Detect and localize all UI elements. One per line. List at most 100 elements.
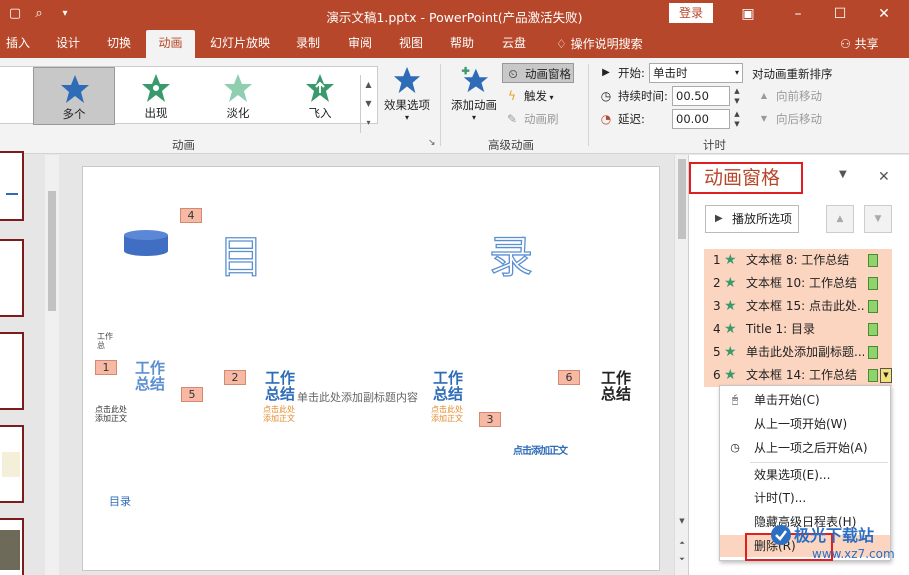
chevron-down-icon: ▾ — [471, 113, 476, 122]
move-later-button[interactable]: ▼ 向后移动 — [754, 109, 834, 129]
slide-editor: 4 目 录 工作总 1 工作总结 5 点击此处添加正文 2 工作总结 单击此处添… — [59, 155, 674, 575]
dialog-launcher-icon[interactable]: ↘ — [428, 138, 436, 148]
toc-label[interactable]: 目录 — [109, 493, 131, 509]
start-label: ▶ 开始: — [596, 63, 650, 83]
animation-badge: 2 — [224, 370, 246, 385]
menu-start-on-click[interactable]: 🖰 单击开始(C) — [720, 389, 890, 411]
tab-help[interactable]: 帮助 — [444, 30, 480, 58]
burst-star-icon — [142, 74, 170, 102]
slide-thumbnail[interactable] — [0, 332, 24, 410]
add-animation-button[interactable]: 添加动画 ▾ — [446, 66, 502, 130]
animation-pane-button[interactable]: ⏲ 动画窗格 — [502, 63, 574, 83]
slide-title-left[interactable]: 目 — [218, 221, 263, 285]
close-icon[interactable]: ✕ — [872, 4, 896, 24]
menu-timing[interactable]: 计时(T)... — [720, 487, 890, 509]
slide-title-right[interactable]: 录 — [488, 221, 533, 285]
slide-thumbnail[interactable] — [0, 239, 24, 317]
animation-item[interactable]: 4 ★ Title 1: 目录 — [704, 318, 892, 341]
mouse-icon: 🖰 — [731, 393, 739, 406]
chevron-down-icon: ▾ — [404, 113, 409, 122]
wordart-1[interactable]: 工作总结 — [133, 360, 167, 392]
animation-item-selected[interactable]: 6 ★ 文本框 14: 工作总结 ▼ — [704, 364, 892, 387]
pane-close-icon[interactable]: ✕ — [878, 169, 890, 185]
tell-me-search[interactable]: ♢ 操作说明搜索 — [556, 35, 643, 52]
timing-bar — [868, 277, 878, 290]
corner-note[interactable]: 点击添加正文 — [513, 442, 568, 457]
move-earlier-button[interactable]: ▲ 向前移动 — [754, 86, 834, 106]
tiny-note[interactable]: 工作总 — [97, 332, 117, 350]
watermark-logo-icon — [771, 525, 791, 545]
play-selected-button[interactable]: ▶ 播放所选项 — [705, 205, 799, 233]
tab-slideshow[interactable]: 幻灯片放映 — [206, 30, 274, 58]
scroll-down-icon[interactable]: ▼ — [675, 517, 689, 525]
slide-canvas[interactable]: 4 目 录 工作总 1 工作总结 5 点击此处添加正文 2 工作总结 单击此处添… — [82, 166, 660, 571]
subtitle-placeholder[interactable]: 单击此处添加副标题内容 — [297, 389, 418, 405]
minimize-icon[interactable]: – — [786, 4, 810, 24]
tab-insert[interactable]: 插入 — [0, 30, 36, 58]
slide-thumbnail[interactable] — [0, 518, 24, 575]
window-title: 演示文稿1.pptx - PowerPoint(产品激活失败) — [326, 10, 583, 25]
share-button[interactable]: ⚇ 共享 — [840, 35, 879, 52]
prev-slide-icon[interactable]: ⏶ — [675, 539, 689, 548]
timing-bar — [868, 300, 878, 313]
anim-fly-in[interactable]: 飞入 — [279, 67, 361, 125]
add-star-icon — [461, 66, 488, 93]
anim-fade[interactable]: 淡化 — [197, 67, 279, 125]
item-dropdown-icon[interactable]: ▼ — [880, 368, 892, 383]
wordart-3[interactable]: 工作总结 — [431, 370, 465, 402]
start-select[interactable]: 单击时 ▾ — [649, 63, 743, 83]
delay-spinner[interactable]: ▲ ▼ — [731, 109, 743, 129]
animation-badge: 1 — [95, 360, 117, 375]
slide-scrollbar[interactable]: ▼ ⏶ ⏷ — [674, 155, 688, 575]
ribbon-display-icon[interactable]: ▣ — [736, 4, 760, 24]
effect-options-button[interactable]: 效果选项 ▾ — [381, 66, 433, 130]
pane-title: 动画窗格 — [689, 162, 803, 194]
move-down-button[interactable]: ▼ — [864, 205, 892, 233]
timing-bar — [868, 369, 878, 382]
chevron-down-icon: ▾ — [734, 68, 739, 77]
menu-effect-options[interactable]: 效果选项(E)... — [720, 464, 890, 486]
body-hint-1[interactable]: 点击此处添加正文 — [95, 405, 131, 423]
animation-badge: 4 — [180, 208, 202, 223]
anim-multiple[interactable]: 多个 — [33, 67, 115, 125]
menu-start-with-previous[interactable]: 从上一项开始(W) — [720, 413, 890, 435]
animation-item[interactable]: 3 ★ 文本框 15: 点击此处... — [704, 295, 892, 318]
gallery-scroll[interactable]: ▲ ▼ ▾ — [360, 75, 376, 133]
trigger-button[interactable]: ϟ 触发 ▾ — [502, 86, 574, 106]
tab-animations[interactable]: 动画 — [146, 30, 195, 58]
next-slide-icon[interactable]: ⏷ — [675, 555, 689, 564]
timing-bar — [868, 254, 878, 267]
duration-input[interactable]: 00.50 — [672, 86, 730, 106]
animation-painter-button[interactable]: ✎ 动画刷 — [502, 109, 574, 129]
tab-design[interactable]: 设计 — [50, 30, 86, 58]
slide-thumbnail[interactable] — [0, 425, 24, 503]
tab-transitions[interactable]: 切换 — [100, 30, 138, 58]
animation-item[interactable]: 1 ★ 文本框 8: 工作总结 — [704, 249, 892, 272]
pane-options-icon[interactable]: ▼ — [839, 169, 847, 180]
slide-thumbnail[interactable] — [0, 151, 24, 221]
wordart-2[interactable]: 工作总结 — [263, 370, 297, 402]
menu-start-after-previous[interactable]: ◷ 从上一项之后开始(A) — [720, 437, 890, 459]
anim-appear[interactable]: 出现 — [115, 67, 197, 125]
animation-item[interactable]: 2 ★ 文本框 10: 工作总结 — [704, 272, 892, 295]
body-hint-2[interactable]: 点击此处添加正文 — [263, 405, 299, 423]
delay-input[interactable]: 00.00 — [672, 109, 730, 129]
up-arrow-icon: ▲ — [760, 91, 768, 100]
thumbnail-scrollbar[interactable] — [45, 155, 59, 575]
down-arrow-icon: ▼ — [760, 114, 768, 123]
star-icon: ★ — [724, 298, 737, 314]
body-hint-3[interactable]: 点击此处添加正文 — [431, 405, 467, 423]
ribbon: 多个 出现 淡化 飞入 ▲ ▼ ▾ 效果选项 ▾ 动画 ↘ 添加动画 ▾ ⏲ 动画窗格… — [0, 58, 909, 154]
maximize-icon[interactable]: ☐ — [828, 4, 852, 24]
tab-record[interactable]: 录制 — [289, 30, 327, 58]
tab-view[interactable]: 视图 — [393, 30, 429, 58]
cylinder-shape[interactable] — [123, 229, 169, 257]
tab-cloud[interactable]: 云盘 — [496, 30, 532, 58]
duration-spinner[interactable]: ▲ ▼ — [731, 86, 743, 106]
animation-item[interactable]: 5 ★ 单击此处添加副标题... — [704, 341, 892, 364]
wordart-4[interactable]: 工作总结 — [599, 370, 633, 402]
login-button[interactable]: 登录 — [669, 3, 713, 23]
tab-review[interactable]: 审阅 — [342, 30, 378, 58]
move-up-button[interactable]: ▲ — [826, 205, 854, 233]
play-icon: ▶ — [602, 67, 610, 78]
